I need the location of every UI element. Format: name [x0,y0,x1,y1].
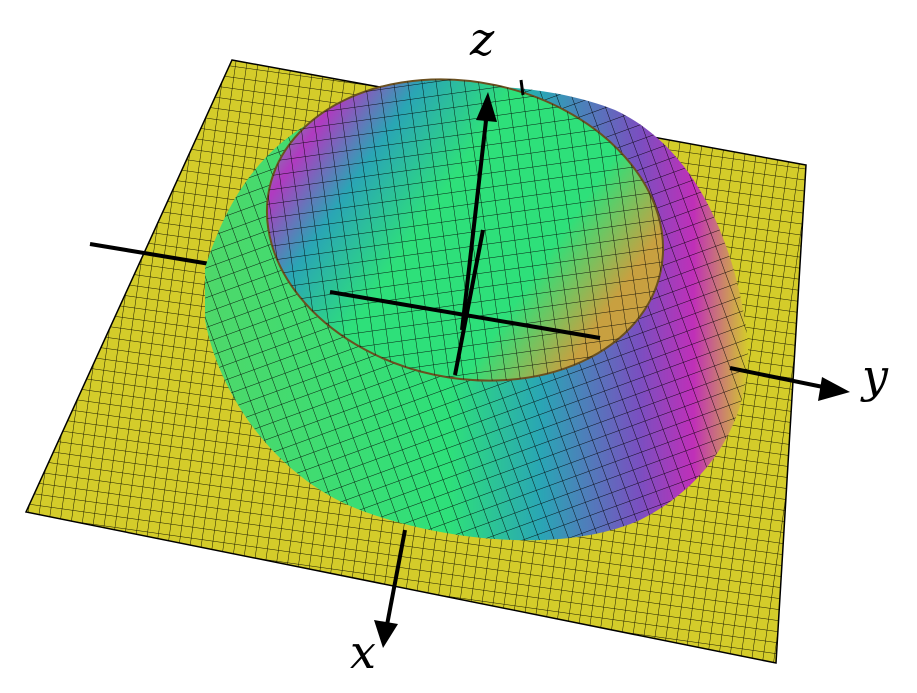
x-axis-label: x [350,625,376,679]
surface-plot-scene: z y x [24,12,889,679]
y-axis-label: y [860,349,889,403]
z-axis-label: z [469,12,495,66]
